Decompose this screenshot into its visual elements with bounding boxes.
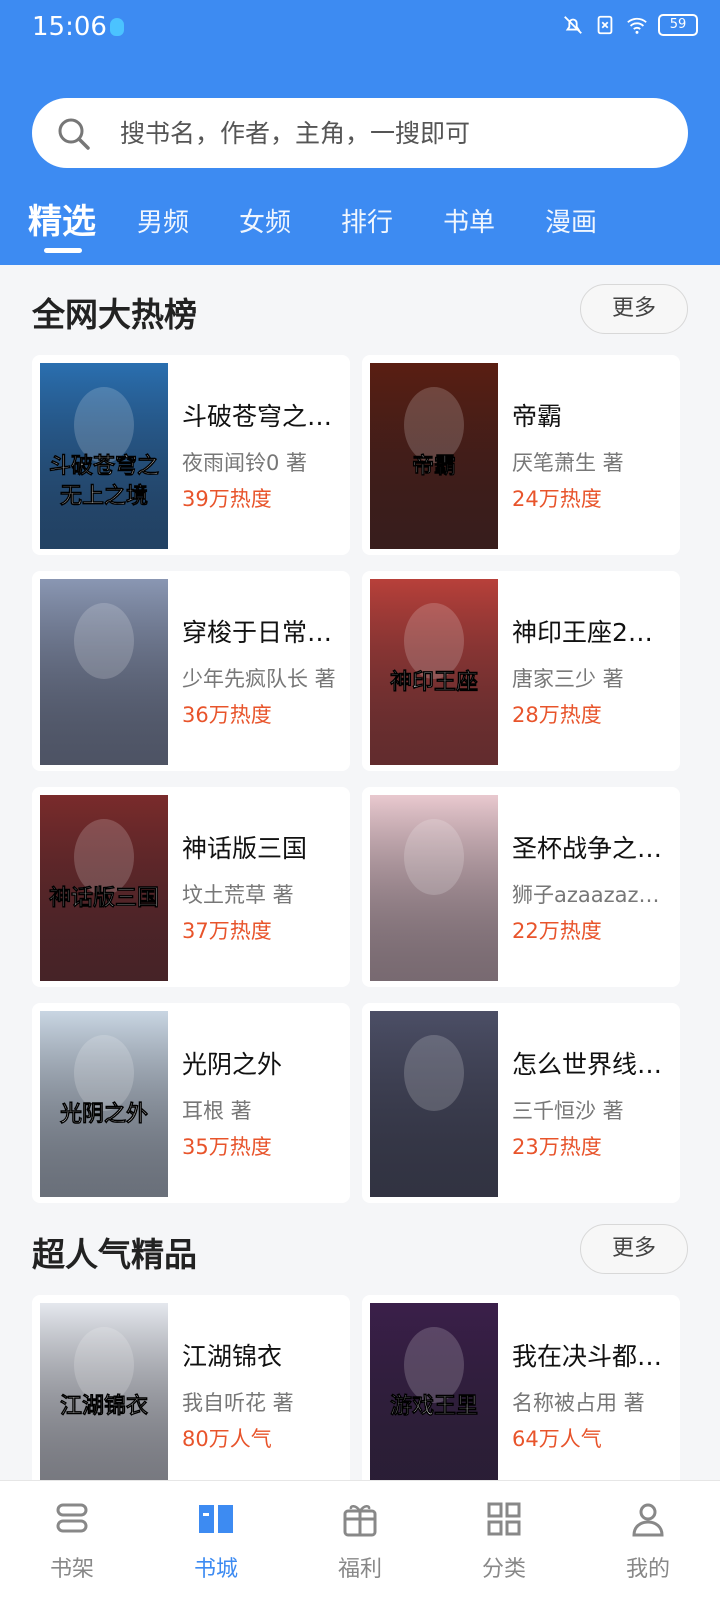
tab-male[interactable]: 男频: [137, 202, 189, 239]
book-card[interactable]: 圣杯战争之最强御主狮子azaazaza 著 22万热度: [362, 787, 680, 987]
book-card[interactable]: 怎么世界线都在乱飞三千恒沙 著 23万热度: [362, 1003, 680, 1203]
category-tabs: 精选 男频 女频 排行 书单 漫画: [0, 190, 720, 260]
book-cover: [370, 1011, 498, 1197]
notification-icon: [110, 18, 124, 36]
book-card[interactable]: 游戏王里 我在决斗都市当卡皇名称被占用 著 64万人气: [362, 1295, 680, 1495]
book-card[interactable]: 斗破苍穹之无上之境斗破苍穹之无上之境夜雨闻铃0 著39万热度: [32, 355, 350, 555]
book-author: 厌笔萧生 著: [512, 451, 624, 475]
book-open-icon: [199, 1505, 233, 1533]
book-cover: 斗破苍穹之 无上之境: [40, 363, 168, 549]
nav-item-welfare[interactable]: 福利: [288, 1481, 432, 1600]
book-heat: 39万热度: [182, 487, 272, 511]
header: 15:06 59 精选 男频 女频 排行 书单 漫画: [0, 0, 720, 265]
tab-ranking[interactable]: 排行: [341, 202, 393, 239]
active-tab-indicator: [44, 248, 82, 253]
bookshelf-icon: [56, 1503, 88, 1533]
book-heat: 35万热度: [182, 1135, 272, 1159]
status-bar: 15:06 59: [0, 0, 720, 60]
book-heat: 37万热度: [182, 919, 272, 943]
section-title-hot: 全网大热榜: [32, 295, 197, 334]
book-cover: 江湖锦衣: [40, 1303, 168, 1489]
svg-text:斗破苍穹之: 斗破苍穹之: [49, 453, 159, 479]
book-title: 穿梭于日常与异界: [182, 618, 342, 647]
book-heat: 80万人气: [182, 1427, 272, 1451]
book-card[interactable]: 光阴之外 光阴之外 耳根 著 35万热度: [32, 1003, 350, 1203]
wifi-icon: [627, 17, 647, 34]
sim-off-icon: [597, 15, 613, 35]
book-author: 唐家三少 著: [512, 667, 624, 691]
book-heat: 64万人气: [512, 1427, 602, 1451]
book-author: 夜雨闻铃0 著: [182, 451, 308, 475]
book-title: 怎么世界线都在乱飞: [512, 1050, 672, 1079]
bottom-nav: 书架 书城 福利 分类 我的: [0, 1480, 720, 1600]
tab-comics[interactable]: 漫画: [545, 202, 597, 239]
search-bar[interactable]: [32, 98, 688, 168]
search-icon: [58, 118, 90, 150]
nav-label: 福利: [337, 1557, 382, 1582]
book-author: 少年先疯队长 著: [182, 667, 336, 691]
status-icons: 59: [562, 14, 698, 36]
book-title: 圣杯战争之最强御主: [512, 834, 672, 863]
book-heat: 22万热度: [512, 919, 602, 943]
mute-icon: [564, 16, 582, 34]
book-author: 我自听花 著: [182, 1391, 294, 1415]
tab-female[interactable]: 女频: [239, 202, 291, 239]
book-cover: 游戏王里: [370, 1303, 498, 1489]
book-title: 斗破苍穹之无上之境: [182, 402, 342, 431]
book-title: 光阴之外: [182, 1050, 283, 1079]
book-card[interactable]: 穿梭于日常与异界少年先疯队长 著 36万热度: [32, 571, 350, 771]
svg-text:光阴之外: 光阴之外: [59, 1101, 148, 1127]
nav-label: 书城: [193, 1557, 238, 1582]
book-cover: 光阴之外: [40, 1011, 168, 1197]
book-title: 江湖锦衣: [182, 1342, 283, 1371]
book-cover: 神印王座: [370, 579, 498, 765]
book-title: 神话版三国: [182, 834, 308, 863]
gift-icon: [343, 1505, 377, 1537]
svg-text:游戏王里: 游戏王里: [390, 1393, 478, 1419]
nav-item-bookshelf[interactable]: 书架: [0, 1481, 144, 1600]
book-card[interactable]: 江湖锦衣 江湖锦衣 我自听花 著 80万人气: [32, 1295, 350, 1495]
book-author: 三千恒沙 著: [512, 1099, 624, 1123]
more-button[interactable]: 更多: [580, 1224, 688, 1274]
svg-text:帝霸: 帝霸: [412, 453, 456, 479]
book-card[interactable]: 帝霸 帝霸 厌笔萧生 著 24万热度: [362, 355, 680, 555]
svg-text:神话版三国: 神话版三国: [49, 885, 159, 911]
book-cover: [370, 795, 498, 981]
book-cover: 帝霸: [370, 363, 498, 549]
tab-booklist[interactable]: 书单: [443, 202, 495, 239]
svg-text:无上之境: 无上之境: [60, 483, 148, 509]
book-heat: 23万热度: [512, 1135, 602, 1159]
section-title-popular: 超人气精品: [32, 1235, 197, 1274]
book-heat: 36万热度: [182, 703, 272, 727]
book-heat: 28万热度: [512, 703, 602, 727]
svg-text:江湖锦衣: 江湖锦衣: [60, 1393, 148, 1419]
nav-item-bookstore[interactable]: 书城: [144, 1481, 288, 1600]
search-input[interactable]: [120, 98, 660, 168]
nav-label: 分类: [481, 1557, 526, 1582]
tab-featured[interactable]: 精选: [28, 194, 96, 243]
book-card[interactable]: 神印王座 神印王座2之皓月当空唐家三少 著 28万热度: [362, 571, 680, 771]
book-author: 名称被占用 著: [512, 1391, 645, 1415]
book-cover: [40, 579, 168, 765]
book-title: 我在决斗都市当卡皇: [512, 1342, 672, 1371]
book-heat: 24万热度: [512, 487, 602, 511]
book-card[interactable]: 神话版三国 神话版三国 坟土荒草 著 37万热度: [32, 787, 350, 987]
status-time: 15:06: [32, 12, 107, 42]
book-author: 狮子azaazaza 著: [512, 883, 672, 907]
book-author: 坟土荒草 著: [182, 883, 294, 907]
svg-text:神印王座: 神印王座: [390, 669, 478, 695]
book-title: 神印王座2之皓月当空: [512, 618, 672, 647]
nav-item-profile[interactable]: 我的: [576, 1481, 720, 1600]
nav-label: 书架: [49, 1557, 94, 1582]
more-button[interactable]: 更多: [580, 284, 688, 334]
nav-label: 我的: [625, 1557, 670, 1582]
book-cover: 神话版三国: [40, 795, 168, 981]
book-author: 耳根 著: [182, 1099, 252, 1123]
book-title: 帝霸: [512, 402, 563, 431]
user-icon: [632, 1503, 664, 1537]
nav-item-category[interactable]: 分类: [432, 1481, 576, 1600]
grid-icon: [487, 1502, 521, 1536]
battery-indicator: 59: [658, 14, 698, 36]
